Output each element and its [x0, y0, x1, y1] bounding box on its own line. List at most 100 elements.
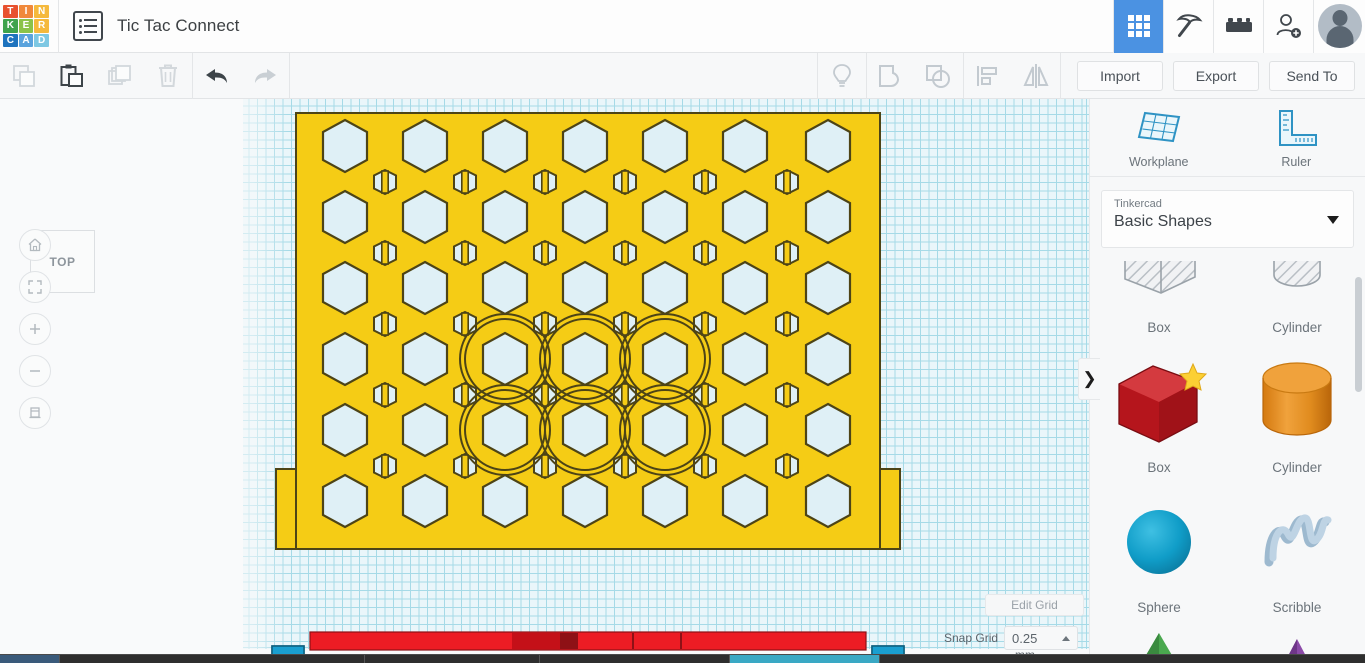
snap-grid-label: Snap Grid [944, 631, 999, 645]
fit-to-view-button[interactable] [19, 271, 51, 303]
blocks-button[interactable] [1213, 0, 1263, 53]
duplicate-icon [108, 64, 131, 85]
list-icon[interactable] [73, 11, 103, 41]
export-button[interactable]: Export [1173, 60, 1259, 91]
snap-grid-value: 0.25 [1012, 630, 1038, 646]
redo-button[interactable] [241, 53, 289, 99]
shapes-list[interactable]: Box Cylinder Box Cylinder Sphere Scribbl… [1090, 261, 1365, 663]
invite-user-button[interactable] [1263, 0, 1313, 53]
shape-sphere[interactable]: Sphere [1090, 483, 1228, 623]
lightbulb-icon [833, 63, 851, 87]
zoom-out-button[interactable] [19, 355, 51, 387]
paste-button[interactable] [48, 53, 96, 99]
grid-icon [1127, 15, 1150, 37]
pickaxe-icon [1175, 14, 1203, 37]
duplicate-button[interactable] [96, 53, 144, 99]
delete-button[interactable] [144, 53, 192, 99]
os-taskbar [0, 654, 1365, 663]
shape-cylinder-solid[interactable]: Cylinder [1228, 343, 1365, 483]
logo-tile-e: E [18, 19, 34, 33]
ungroup-shapes-icon [926, 64, 950, 88]
caret-up-icon [1062, 636, 1071, 641]
mirror-icon [1023, 63, 1049, 88]
orthographic-toggle-button[interactable] [19, 397, 51, 429]
send-to-button[interactable]: Send To [1269, 60, 1355, 91]
sphere-icon [1127, 509, 1191, 574]
edit-grid-button[interactable]: Edit Grid [985, 594, 1084, 616]
shape-library-select[interactable]: Tinkercad Basic Shapes [1101, 190, 1354, 248]
shape-label: Box [1147, 320, 1171, 335]
top-bar-actions [1113, 0, 1365, 53]
plus-icon [30, 324, 40, 334]
panel-tools: Workplane Ruler [1090, 99, 1365, 177]
zoom-in-button[interactable] [19, 313, 51, 345]
home-icon [28, 238, 42, 252]
solid-box-icon [1118, 362, 1208, 443]
collapse-panel-button[interactable]: ❯ [1078, 358, 1100, 400]
page-title: Tic Tac Connect [117, 16, 240, 35]
ruler-tool[interactable]: Ruler [1228, 99, 1365, 176]
group-button[interactable] [867, 53, 915, 99]
top-bar: TIN KER CAD Tic Tac Connect [0, 0, 1365, 53]
view-cube-label: TOP [49, 254, 76, 269]
add-user-icon [1276, 14, 1301, 38]
logo-tile-r: R [34, 19, 49, 33]
ungroup-button[interactable] [915, 53, 963, 99]
trash-icon [159, 64, 177, 87]
logo-tile-t: T [3, 5, 18, 19]
clipboard-paste-icon [60, 64, 83, 87]
undo-arrow-icon [206, 68, 227, 83]
mirror-button[interactable] [1012, 53, 1060, 99]
align-button[interactable] [964, 53, 1012, 99]
copy-button[interactable] [0, 53, 48, 99]
align-icon [977, 65, 997, 86]
divider [58, 0, 59, 53]
shapes-scrollbar-thumb[interactable] [1355, 277, 1362, 392]
shape-label: Sphere [1137, 600, 1181, 615]
tinkercad-editor: TINKERCAD Tic Tac Connect Import Export … [0, 0, 1365, 663]
workplane-grid-icon [1137, 111, 1180, 142]
undo-button[interactable] [193, 53, 241, 99]
snap-grid-control: Snap Grid 0.25 [944, 626, 1079, 650]
notes-button[interactable] [818, 53, 866, 99]
redo-arrow-icon [255, 68, 276, 83]
shape-box-hole[interactable]: Box [1090, 261, 1228, 343]
solid-cylinder-icon [1262, 361, 1332, 436]
shape-label: Box [1147, 460, 1171, 475]
import-button[interactable]: Import [1077, 60, 1163, 91]
user-avatar[interactable] [1313, 0, 1365, 53]
logo-tile-n: N [34, 5, 49, 19]
shape-box-solid[interactable]: Box [1090, 343, 1228, 483]
editor-toolbar: Import Export Send To [0, 52, 1365, 99]
lego-blocks-icon [1225, 18, 1252, 32]
tinkercad-logo[interactable]: TIN KER CAD [2, 4, 50, 48]
hole-box-icon [1124, 261, 1196, 294]
perspective-box-icon [29, 407, 41, 419]
workplane-grid [243, 99, 1089, 649]
logo-tile-c: C [3, 33, 18, 47]
library-source-label: Tinkercad [1114, 198, 1162, 210]
group-shapes-icon [879, 64, 899, 87]
workplane-tool-label: Workplane [1128, 154, 1189, 169]
chevron-down-icon [1327, 216, 1339, 224]
logo-tile-i: I [18, 5, 34, 19]
shape-scribble[interactable]: Scribble [1228, 483, 1365, 623]
shapes-panel: Workplane Ruler Tinkercad Basic Shapes B… [1089, 99, 1365, 663]
library-name-label: Basic Shapes [1114, 213, 1212, 230]
avatar [1317, 4, 1362, 48]
shape-cylinder-hole[interactable]: Cylinder [1228, 261, 1365, 343]
ruler-tool-label: Ruler [1281, 154, 1312, 169]
3d-viewport[interactable]: TOP [0, 99, 1089, 654]
home-view-button[interactable] [19, 229, 51, 261]
logo-tile-a: A [18, 33, 34, 47]
workplane-tool[interactable]: Workplane [1090, 99, 1228, 176]
hole-cylinder-icon [1273, 261, 1321, 287]
learn-pickaxe-button[interactable] [1163, 0, 1213, 53]
shape-label: Scribble [1272, 600, 1322, 615]
gallery-grid-button[interactable] [1113, 0, 1163, 53]
fit-frame-icon [28, 280, 42, 294]
logo-tile-d: D [34, 33, 49, 47]
snap-grid-select[interactable]: 0.25 [1004, 626, 1079, 650]
shape-label: Cylinder [1272, 320, 1322, 335]
shape-label: Cylinder [1272, 460, 1322, 475]
